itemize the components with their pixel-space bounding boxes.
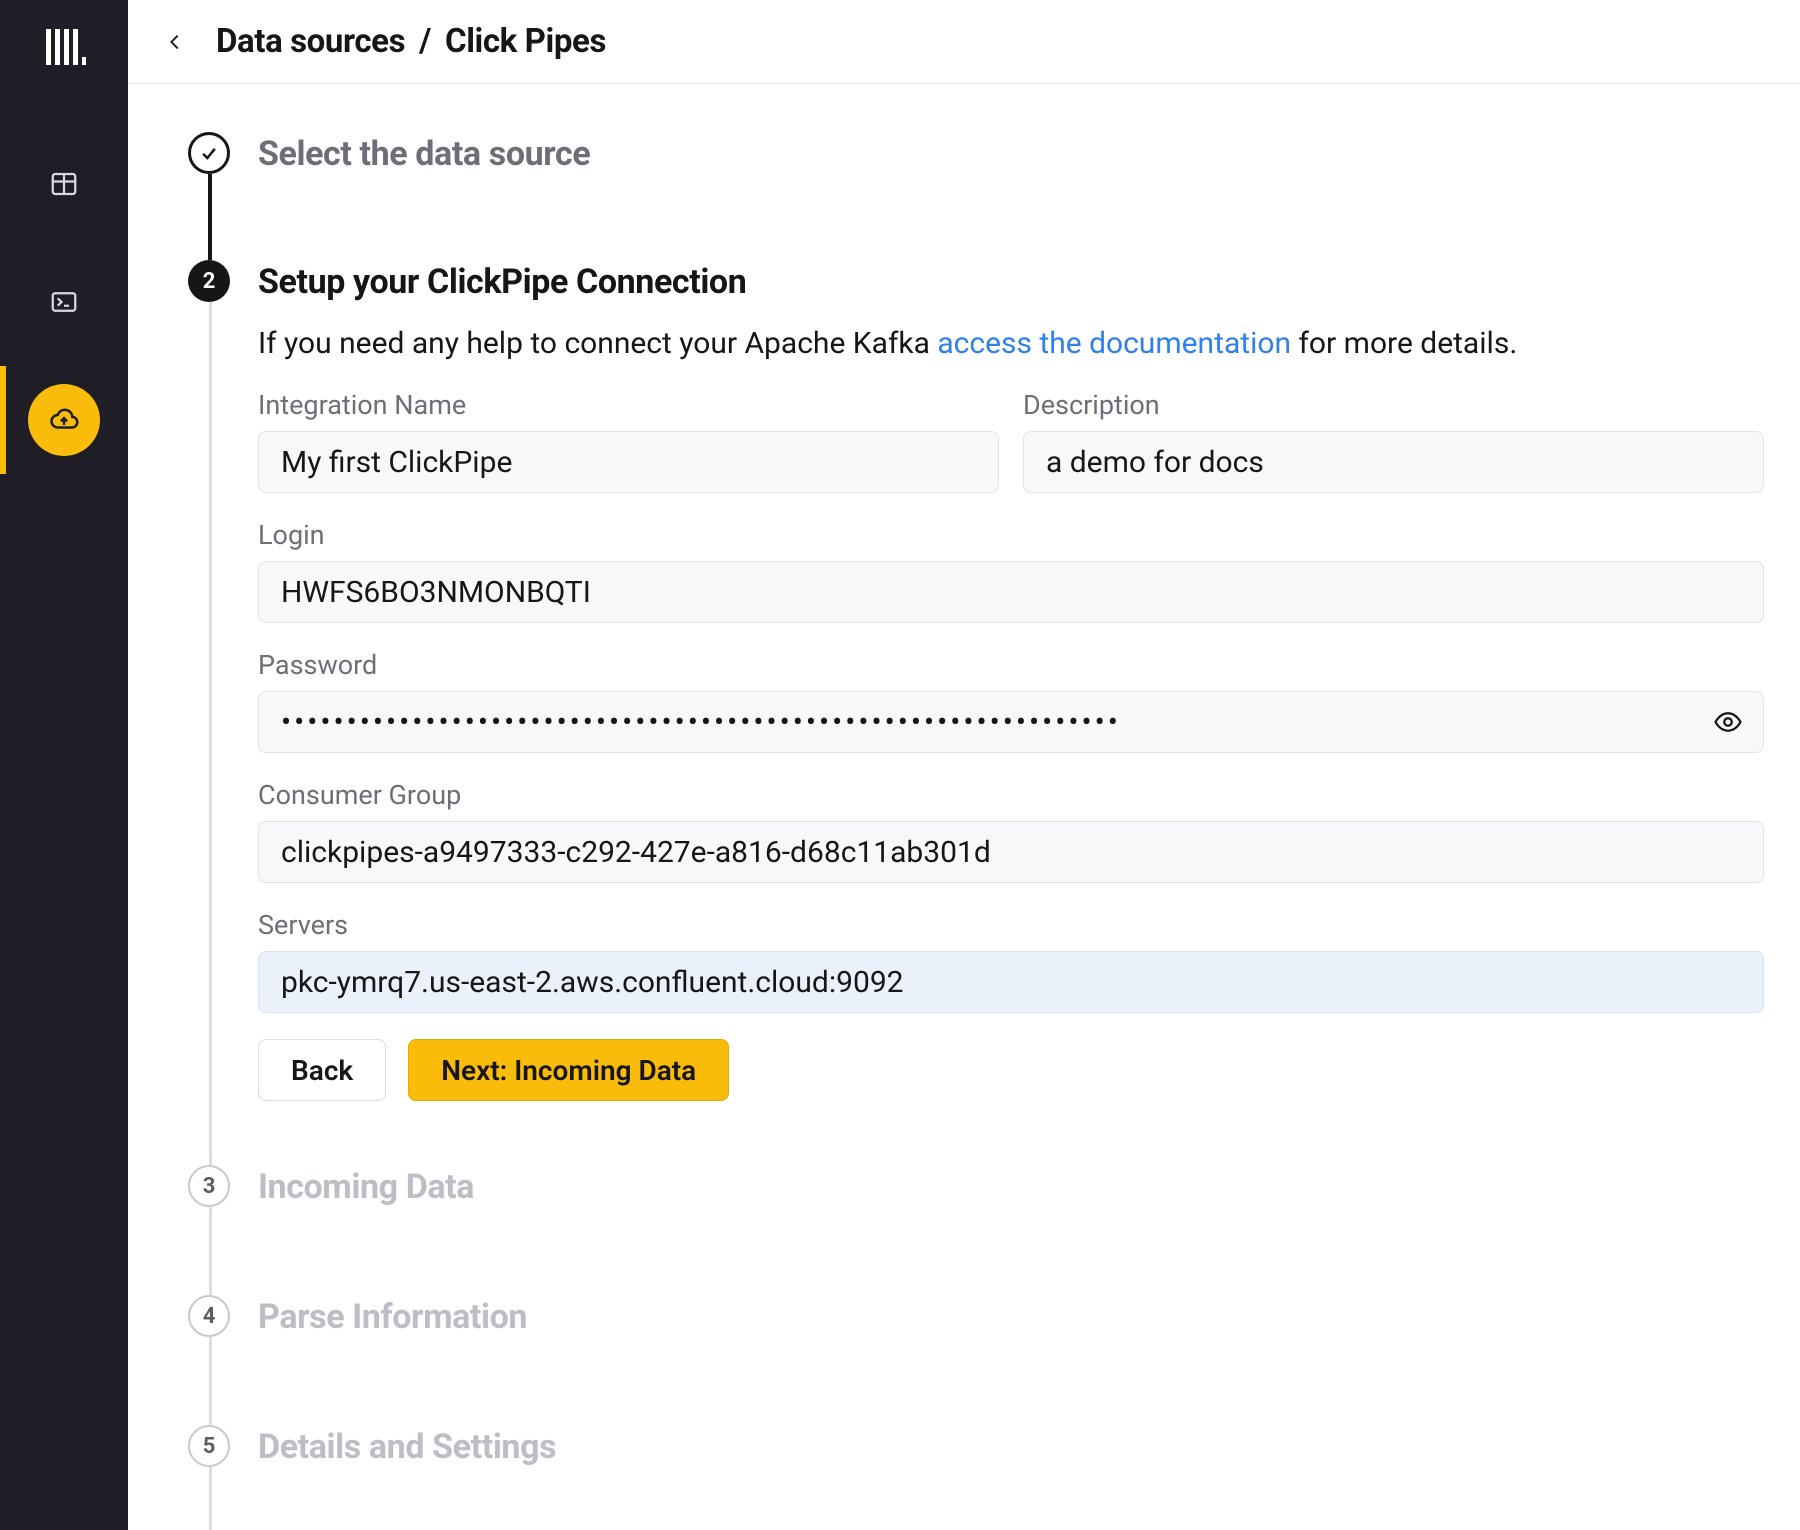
eye-icon	[1713, 707, 1743, 737]
main: Data sources / Click Pipes Select the da…	[128, 0, 1800, 1530]
chevron-left-icon	[164, 31, 186, 53]
content: Select the data source 2 Setup your Clic…	[128, 84, 1800, 1530]
sidebar-item-console[interactable]	[0, 248, 128, 356]
step-5: 5 Details and Settings	[188, 1425, 1764, 1467]
step-connector-light	[209, 302, 212, 1530]
helper-text: If you need any help to connect your Apa…	[258, 326, 1764, 361]
step-4-marker: 4	[188, 1295, 230, 1337]
consumer-group-label: Consumer Group	[258, 779, 1764, 811]
step-connector	[208, 174, 212, 260]
description-input[interactable]	[1023, 431, 1764, 493]
toggle-password-visibility-button[interactable]	[1708, 702, 1748, 742]
step-2-body: If you need any help to connect your Apa…	[258, 326, 1764, 1101]
step-3-marker: 3	[188, 1165, 230, 1207]
field-integration-name: Integration Name	[258, 389, 999, 493]
login-label: Login	[258, 519, 1764, 551]
step-1-marker	[188, 132, 230, 174]
sidebar	[0, 0, 128, 1530]
sidebar-item-data-sources[interactable]	[0, 366, 128, 474]
app-logo	[39, 22, 89, 72]
back-button[interactable]	[156, 23, 194, 61]
next-step-button[interactable]: Next: Incoming Data	[408, 1039, 729, 1101]
breadcrumb-separator: /	[419, 22, 431, 61]
step-5-marker: 5	[188, 1425, 230, 1467]
breadcrumb-parent[interactable]: Data sources	[216, 22, 405, 61]
documentation-link[interactable]: access the documentation	[937, 326, 1291, 361]
check-icon	[199, 143, 219, 163]
field-servers: Servers	[258, 909, 1764, 1013]
password-input[interactable]	[258, 691, 1764, 753]
step-4-title: Parse Information	[258, 1295, 527, 1337]
password-label: Password	[258, 649, 1764, 681]
servers-input[interactable]	[258, 951, 1764, 1013]
step-2: 2 Setup your ClickPipe Connection	[188, 260, 1764, 302]
helper-prefix: If you need any help to connect your Apa…	[258, 326, 937, 361]
terminal-icon	[49, 287, 79, 317]
cloud-upload-icon	[49, 405, 79, 435]
step-3-title: Incoming Data	[258, 1165, 474, 1207]
step-5-title: Details and Settings	[258, 1425, 556, 1467]
breadcrumb: Data sources / Click Pipes	[216, 22, 606, 61]
field-login: Login	[258, 519, 1764, 623]
integration-name-label: Integration Name	[258, 389, 999, 421]
step-1-title: Select the data source	[258, 132, 590, 174]
back-step-button[interactable]: Back	[258, 1039, 386, 1101]
topbar: Data sources / Click Pipes	[128, 0, 1800, 84]
integration-name-input[interactable]	[258, 431, 999, 493]
table-icon	[49, 169, 79, 199]
helper-suffix: for more details.	[1291, 326, 1517, 361]
field-description: Description	[1023, 389, 1764, 493]
sidebar-item-tables[interactable]	[0, 130, 128, 238]
button-row: Back Next: Incoming Data	[258, 1039, 1764, 1101]
breadcrumb-current: Click Pipes	[445, 22, 606, 61]
step-4: 4 Parse Information	[188, 1295, 1764, 1337]
step-1: Select the data source	[188, 132, 1764, 174]
step-2-title: Setup your ClickPipe Connection	[258, 260, 746, 302]
servers-label: Servers	[258, 909, 1764, 941]
step-3: 3 Incoming Data	[188, 1165, 1764, 1207]
field-password: Password	[258, 649, 1764, 753]
step-2-marker: 2	[188, 260, 230, 302]
description-label: Description	[1023, 389, 1764, 421]
login-input[interactable]	[258, 561, 1764, 623]
field-consumer-group: Consumer Group	[258, 779, 1764, 883]
consumer-group-input[interactable]	[258, 821, 1764, 883]
